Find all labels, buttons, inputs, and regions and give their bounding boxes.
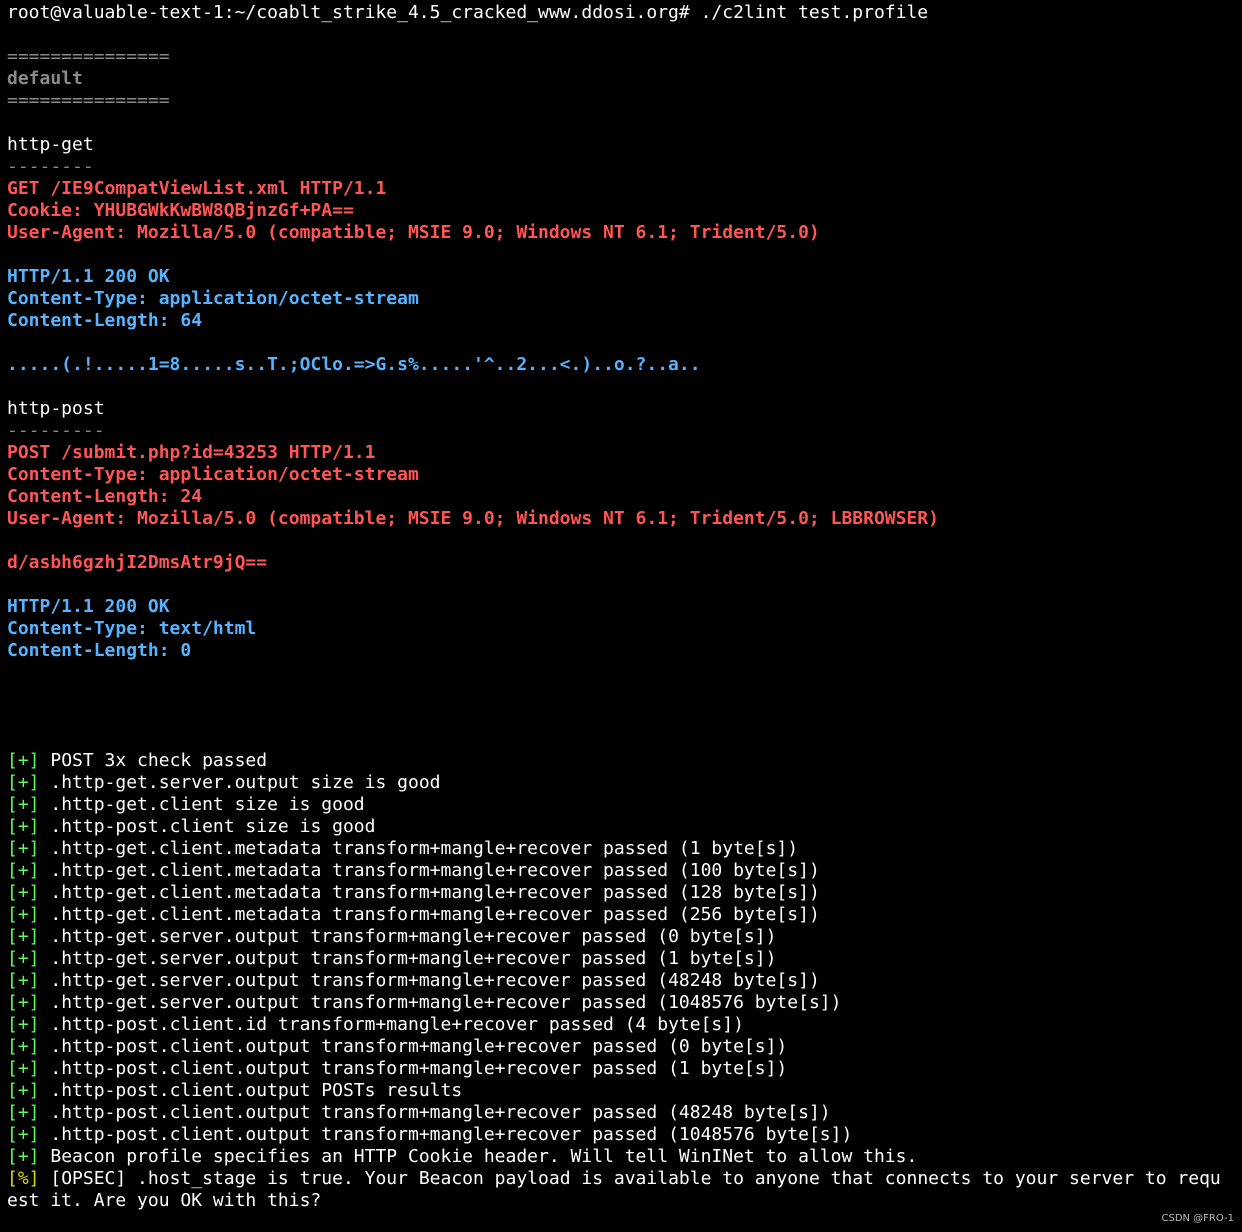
ok-marker: [+] [7,1014,40,1035]
check-text: .http-get.client size is good [50,794,365,815]
check-text: .http-post.client.output transform+mangl… [50,1058,788,1079]
check-text: .http-get.server.output transform+mangle… [50,926,777,947]
http-post-request-line: User-Agent: Mozilla/5.0 (compatible; MSI… [7,508,939,529]
http-post-request-line: Content-Length: 24 [7,486,203,507]
http-post-response-line: HTTP/1.1 200 OK [7,596,170,617]
check-text: .http-get.client.metadata transform+mang… [50,838,799,859]
http-post-response-line: Content-Length: 0 [7,640,192,661]
http-post-request-body: d/asbh6gzhjI2DmsAtr9jQ== [7,552,268,573]
check-text: .http-get.server.output transform+mangle… [50,948,777,969]
ok-marker: [+] [7,926,40,947]
check-text: POST 3x check passed [50,750,268,771]
check-line: [+] .http-get.client.metadata transform+… [7,838,1237,860]
check-text: .http-post.client.output POSTs results [50,1080,463,1101]
opsec-warning-continuation: est it. Are you OK with this? [7,1190,322,1211]
http-get-request-line: Cookie: YHUBGWkKwBW8QBjnzGf+PA== [7,200,354,221]
ok-marker: [+] [7,772,40,793]
check-line: [+] .http-post.client.id transform+mangl… [7,1014,1237,1036]
ok-marker: [+] [7,948,40,969]
opsec-warning-text: [OPSEC] .host_stage is true. Your Beacon… [50,1168,1221,1189]
check-line: [+] .http-get.server.output transform+ma… [7,992,1237,1014]
check-line: [+] .http-post.client.output transform+m… [7,1058,1237,1080]
check-line: [+] .http-get.server.output transform+ma… [7,948,1237,970]
http-post-request-line: POST /submit.php?id=43253 HTTP/1.1 [7,442,376,463]
check-line: [+] .http-post.client size is good [7,816,1237,838]
check-text: .http-get.server.output transform+mangle… [50,970,820,991]
warn-marker: [%] [7,1168,40,1189]
check-text: .http-get.client.metadata transform+mang… [50,860,820,881]
http-get-rule: -------- [7,156,94,177]
check-text: .http-get.server.output transform+mangle… [50,992,842,1013]
profile-name: default [7,68,83,89]
check-text: .http-get.server.output size is good [50,772,441,793]
ok-marker: [+] [7,794,40,815]
check-line: [+] Beacon profile specifies an HTTP Coo… [7,1146,1237,1168]
terminal-output[interactable]: root@valuable-text-1:~/coablt_strike_4.5… [7,2,1237,1212]
check-line: [+] .http-get.client.metadata transform+… [7,860,1237,882]
http-get-request-line: User-Agent: Mozilla/5.0 (compatible; MSI… [7,222,820,243]
check-text: .http-post.client.output transform+mangl… [50,1036,788,1057]
http-get-response-line: Content-Type: application/octet-stream [7,288,419,309]
check-text: Beacon profile specifies an HTTP Cookie … [50,1146,918,1167]
watermark: CSDN @FRO-1 [1161,1213,1234,1224]
http-get-response-body: .....(.!.....1=8.....s..T.;OClo.=>G.s%..… [7,354,701,375]
http-get-response-line: Content-Length: 64 [7,310,203,331]
check-text: .http-get.client.metadata transform+mang… [50,904,820,925]
check-line: [+] POST 3x check passed [7,750,1237,772]
http-post-response-line: Content-Type: text/html [7,618,257,639]
check-line: [+] .http-get.client.metadata transform+… [7,904,1237,926]
http-post-title: http-post [7,398,105,419]
check-text: .http-post.client size is good [50,816,376,837]
ok-marker: [+] [7,750,40,771]
ok-marker: [+] [7,1102,40,1123]
check-line: [+] .http-post.client.output transform+m… [7,1102,1237,1124]
opsec-warning-line: [%] [OPSEC] .host_stage is true. Your Be… [7,1168,1237,1190]
ok-marker: [+] [7,1058,40,1079]
http-get-response-line: HTTP/1.1 200 OK [7,266,170,287]
http-post-request-line: Content-Type: application/octet-stream [7,464,419,485]
http-post-rule: --------- [7,420,105,441]
ok-marker: [+] [7,860,40,881]
ok-marker: [+] [7,882,40,903]
check-text: .http-post.client.id transform+mangle+re… [50,1014,744,1035]
header-rule-bottom: =============== [7,90,170,111]
header-rule-top: =============== [7,46,170,67]
check-line: [+] .http-get.server.output size is good [7,772,1237,794]
ok-marker: [+] [7,1080,40,1101]
check-line: [+] .http-get.client.metadata transform+… [7,882,1237,904]
check-line: [+] .http-get.client size is good [7,794,1237,816]
check-text: .http-post.client.output transform+mangl… [50,1102,831,1123]
ok-marker: [+] [7,1036,40,1057]
ok-marker: [+] [7,1124,40,1145]
shell-prompt-line: root@valuable-text-1:~/coablt_strike_4.5… [7,2,929,23]
ok-marker: [+] [7,904,40,925]
ok-marker: [+] [7,816,40,837]
check-results: [+] POST 3x check passed [+] .http-get.se… [7,750,1237,1168]
ok-marker: [+] [7,992,40,1013]
check-text: .http-get.client.metadata transform+mang… [50,882,820,903]
check-text: .http-post.client.output transform+mangl… [50,1124,853,1145]
ok-marker: [+] [7,838,40,859]
check-line: [+] .http-post.client.output POSTs resul… [7,1080,1237,1102]
check-line: [+] .http-post.client.output transform+m… [7,1124,1237,1146]
check-line: [+] .http-post.client.output transform+m… [7,1036,1237,1058]
http-get-title: http-get [7,134,94,155]
check-line: [+] .http-get.server.output transform+ma… [7,926,1237,948]
ok-marker: [+] [7,970,40,991]
check-line: [+] .http-get.server.output transform+ma… [7,970,1237,992]
http-get-request-line: GET /IE9CompatViewList.xml HTTP/1.1 [7,178,387,199]
ok-marker: [+] [7,1146,40,1167]
